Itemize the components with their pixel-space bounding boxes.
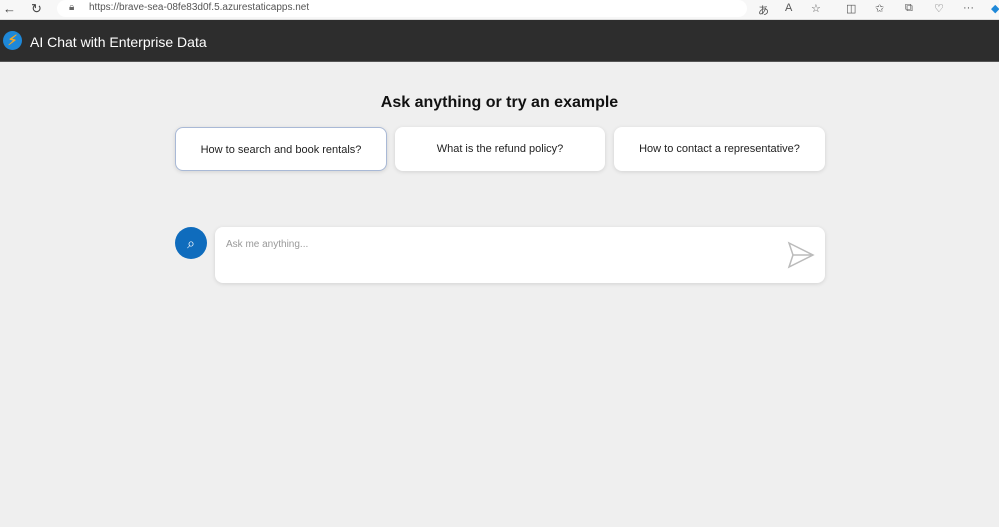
- url-text: https://brave-sea-08fe83d0f.5.azurestati…: [89, 2, 310, 13]
- back-icon[interactable]: ←: [3, 1, 16, 16]
- app-title: AI Chat with Enterprise Data: [30, 34, 207, 50]
- example-card[interactable]: How to search and book rentals?: [175, 127, 387, 171]
- app-header: ⚡︎ AI Chat with Enterprise Data: [0, 20, 999, 62]
- chat-input-box: [215, 227, 825, 283]
- address-bar[interactable]: 🔒︎ https://brave-sea-08fe83d0f.5.azurest…: [57, 0, 747, 17]
- browser-toolbar: ← ↻ 🔒︎ https://brave-sea-08fe83d0f.5.azu…: [0, 0, 999, 20]
- send-icon[interactable]: [787, 241, 815, 269]
- refresh-icon[interactable]: ↻: [31, 1, 42, 17]
- collections-icon[interactable]: ⧉: [905, 2, 913, 15]
- favorites-icon[interactable]: ✩: [875, 2, 884, 15]
- split-screen-icon[interactable]: ◫: [846, 2, 856, 15]
- favorite-star-icon[interactable]: ☆: [811, 2, 821, 15]
- read-aloud-icon[interactable]: A: [785, 2, 792, 14]
- new-chat-button[interactable]: ⌕: [175, 227, 207, 259]
- chat-input[interactable]: [226, 239, 766, 250]
- example-card[interactable]: What is the refund policy?: [395, 127, 605, 171]
- browser-essentials-icon[interactable]: ♡: [934, 2, 944, 15]
- example-card[interactable]: How to contact a representative?: [614, 127, 825, 171]
- more-icon[interactable]: ···: [963, 2, 974, 14]
- lightning-logo-icon: ⚡︎: [3, 31, 22, 50]
- translate-icon[interactable]: あ: [758, 2, 769, 18]
- copilot-icon[interactable]: ◆: [991, 2, 999, 15]
- page-heading: Ask anything or try an example: [380, 94, 619, 111]
- chat-add-icon: ⌕: [187, 235, 195, 251]
- lock-icon: 🔒︎: [69, 2, 75, 13]
